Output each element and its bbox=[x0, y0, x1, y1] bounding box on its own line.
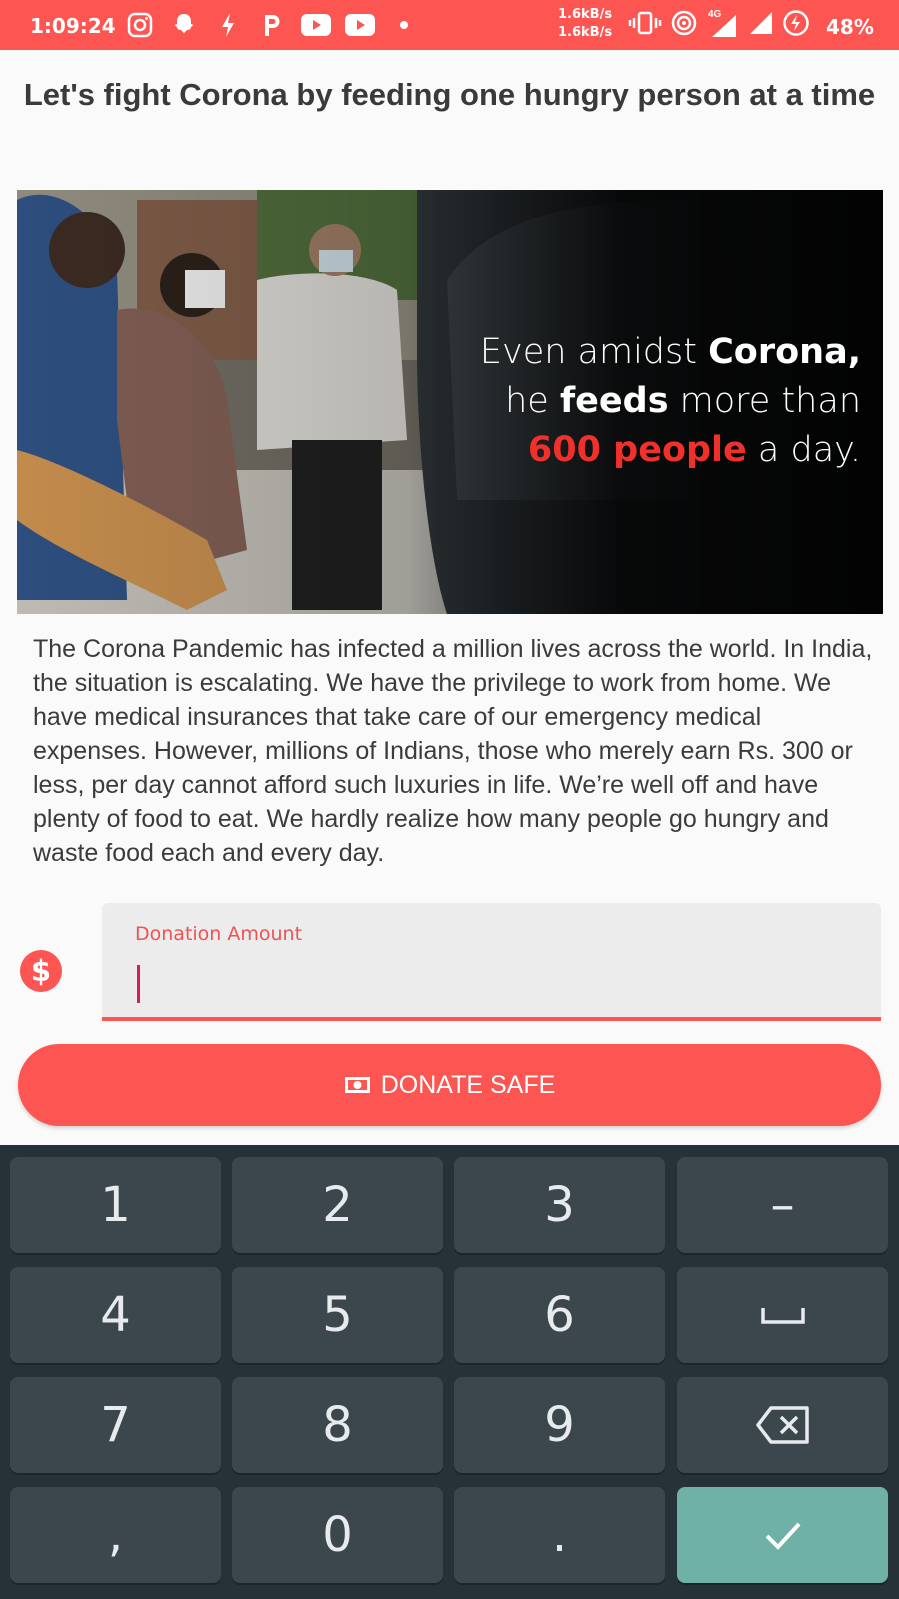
youtube-icon bbox=[345, 10, 375, 40]
hero-text-bold: feeds bbox=[559, 381, 669, 421]
key-minus[interactable]: – bbox=[677, 1157, 888, 1253]
p-icon bbox=[257, 10, 287, 40]
battery-percent: 48% bbox=[826, 15, 874, 39]
dollar-icon: $ bbox=[20, 950, 62, 992]
signal-4g-icon: 4G bbox=[706, 9, 740, 39]
key-7[interactable]: 7 bbox=[10, 1377, 221, 1473]
status-time: 1:09:24 bbox=[30, 14, 116, 38]
network-speed: 1.6kB/s 1.6kB/s bbox=[558, 6, 612, 42]
key-3[interactable]: 3 bbox=[454, 1157, 665, 1253]
donation-amount-input[interactable] bbox=[135, 957, 839, 1003]
battery-charging-icon bbox=[782, 9, 810, 42]
key-comma[interactable]: , bbox=[10, 1487, 221, 1583]
speed-down: 1.6kB/s bbox=[558, 25, 613, 40]
hero-text-highlight: 600 people bbox=[527, 430, 747, 470]
text-caret bbox=[137, 965, 140, 1003]
youtube-icon bbox=[301, 10, 331, 40]
system-icons: 4G bbox=[628, 9, 810, 42]
key-space[interactable] bbox=[677, 1267, 888, 1363]
space-icon bbox=[760, 1308, 805, 1324]
snapchat-icon bbox=[169, 10, 199, 40]
hotspot-icon bbox=[670, 9, 698, 42]
hero-text-bold: Corona, bbox=[708, 332, 861, 372]
flash-icon bbox=[213, 10, 243, 40]
hero-caption: Even amidst Corona, he feeds more than 6… bbox=[480, 328, 861, 475]
hero-image: Even amidst Corona, he feeds more than 6… bbox=[17, 190, 883, 614]
checkmark-icon bbox=[765, 1522, 800, 1550]
donate-safe-label: DONATE SAFE bbox=[380, 1070, 556, 1099]
dot-icon bbox=[389, 10, 419, 40]
hero-text: a day. bbox=[746, 430, 861, 470]
cash-icon bbox=[344, 1075, 371, 1095]
notification-icons bbox=[125, 10, 419, 40]
key-done[interactable] bbox=[677, 1487, 888, 1583]
key-6[interactable]: 6 bbox=[454, 1267, 665, 1363]
key-period[interactable]: . bbox=[454, 1487, 665, 1583]
signal-icon bbox=[748, 10, 774, 41]
vibrate-icon bbox=[628, 10, 662, 41]
description-scroll[interactable]: The Corona Pandemic has infected a milli… bbox=[33, 632, 873, 902]
backspace-icon bbox=[755, 1406, 809, 1444]
numeric-keyboard: 1 2 3 – 4 5 6 7 8 9 , 0 . bbox=[0, 1145, 899, 1599]
key-8[interactable]: 8 bbox=[232, 1377, 443, 1473]
donation-amount-field[interactable]: Donation Amount bbox=[102, 903, 881, 1021]
key-0[interactable]: 0 bbox=[232, 1487, 443, 1583]
key-backspace[interactable] bbox=[677, 1377, 888, 1473]
donation-amount-label: Donation Amount bbox=[135, 923, 303, 945]
hero-text: he bbox=[505, 381, 560, 421]
status-bar: 1:09:24 1.6kB/s 1.6kB/s 4G 48% bbox=[0, 0, 899, 50]
key-2[interactable]: 2 bbox=[232, 1157, 443, 1253]
speed-up: 1.6kB/s bbox=[558, 7, 613, 22]
key-1[interactable]: 1 bbox=[10, 1157, 221, 1253]
key-4[interactable]: 4 bbox=[10, 1267, 221, 1363]
hero-text: Even amidst bbox=[479, 332, 709, 372]
donate-safe-button[interactable]: DONATE SAFE bbox=[18, 1044, 881, 1126]
page-title: Let's fight Corona by feeding one hungry… bbox=[23, 77, 876, 112]
key-5[interactable]: 5 bbox=[232, 1267, 443, 1363]
hero-text: more than bbox=[668, 381, 861, 421]
description-text: The Corona Pandemic has infected a milli… bbox=[33, 635, 873, 867]
key-9[interactable]: 9 bbox=[454, 1377, 665, 1473]
instagram-icon bbox=[125, 10, 155, 40]
